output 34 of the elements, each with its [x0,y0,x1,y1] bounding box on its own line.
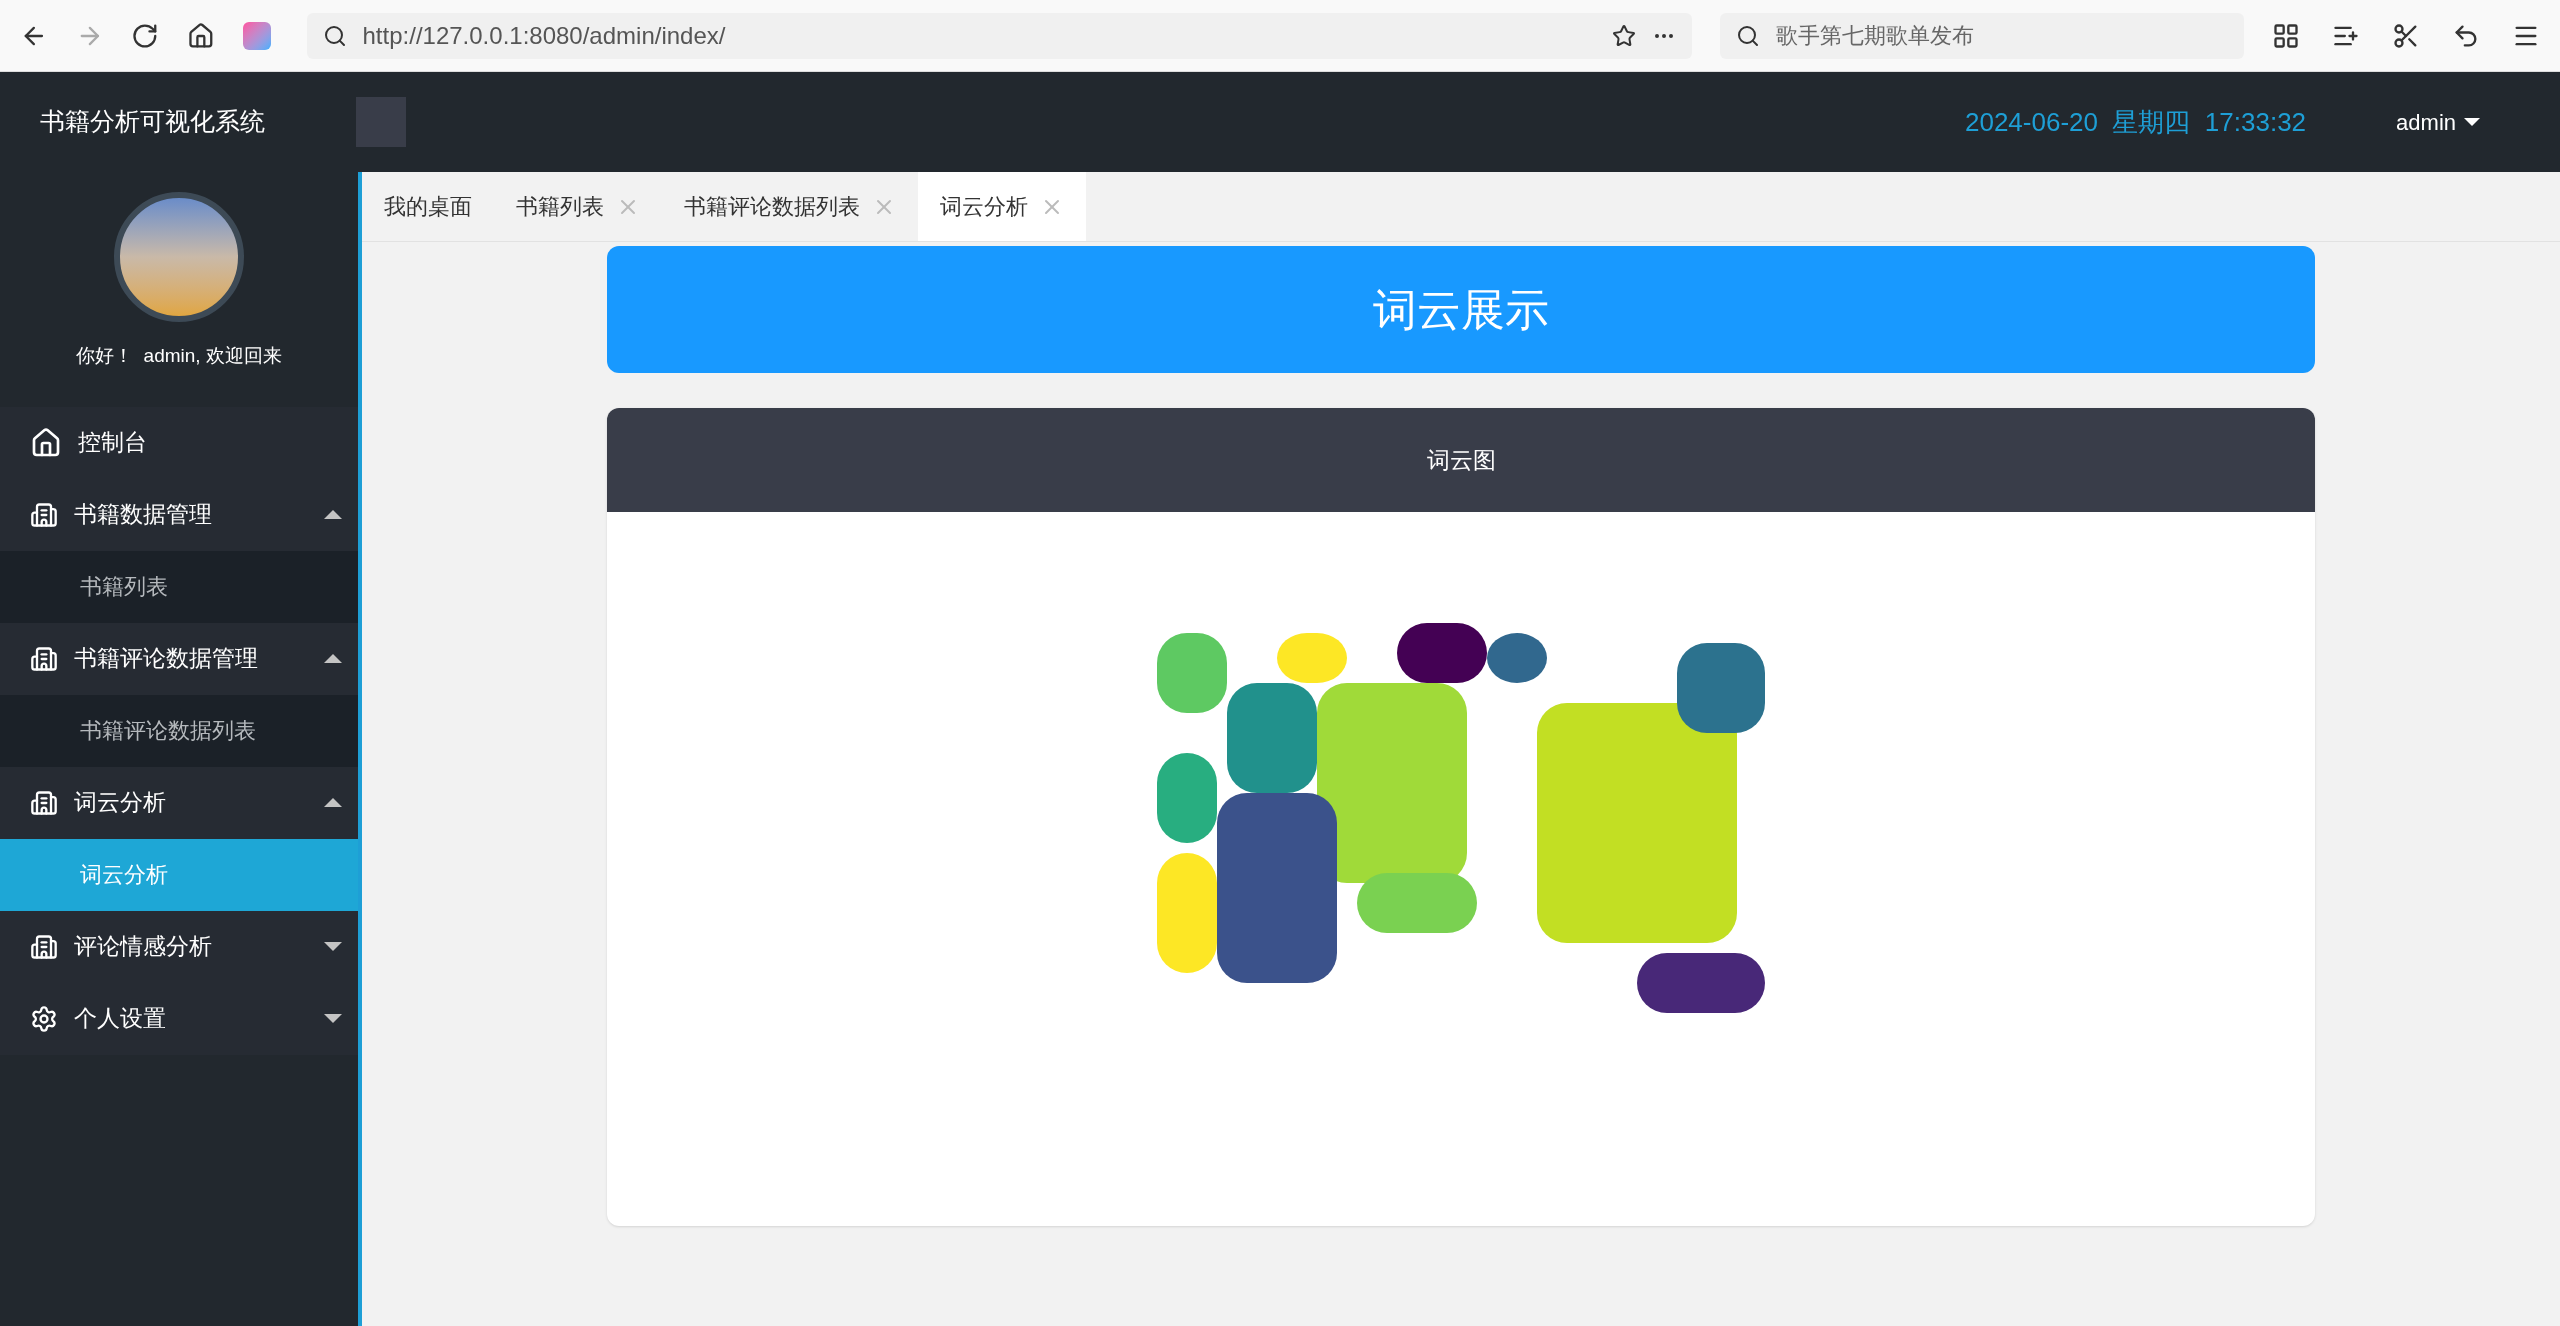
banner-title: 词云展示 [1373,283,1549,336]
search-icon [322,23,347,48]
greeting-text: 你好！ admin, 欢迎回来 [76,344,282,368]
card-title: 词云图 [1426,445,1496,475]
sidebar-item[interactable]: 控制台 [0,406,358,479]
search-icon [1735,23,1760,48]
sidebar-item[interactable]: 词云分析 [0,766,358,839]
search-field[interactable]: 歌手第七期歌单发布 [1719,12,2245,59]
sidebar-item[interactable]: 个人设置 [0,982,358,1055]
sidebar-subitem[interactable]: 书籍列表 [0,550,358,623]
home-icon [30,426,62,459]
sidebar-toggle[interactable] [356,97,406,147]
building-icon [30,788,58,817]
gear-icon [30,1004,58,1033]
tab[interactable]: 书籍列表 [494,172,662,241]
sidebar-item[interactable]: 书籍评论数据管理 [0,622,358,695]
apps-icon[interactable] [2272,21,2301,50]
tab[interactable]: 词云分析 [918,172,1086,241]
sidebar-subitem[interactable]: 书籍评论数据列表 [0,694,358,767]
tab[interactable]: 我的桌面 [362,172,494,241]
app-title: 书籍分析可视化系统 [39,106,266,138]
building-icon [30,932,58,961]
tab[interactable]: 书籍评论数据列表 [662,172,918,241]
home-icon[interactable] [187,21,215,50]
user-menu[interactable]: admin [2396,105,2480,139]
url-text: http://127.0.0.1:8080/admin/index/ [362,20,727,51]
caret-icon [2464,118,2480,126]
star-icon[interactable] [1611,23,1636,48]
sidebar-item[interactable]: 评论情感分析 [0,910,358,983]
address-bar[interactable]: http://127.0.0.1:8080/admin/index/ [306,12,1692,59]
datetime-text: 2024-06-20 星期四 17:33:32 [1964,105,2307,139]
building-icon [30,644,58,673]
building-icon [30,500,58,529]
sidebar-item[interactable]: 书籍数据管理 [0,478,358,551]
